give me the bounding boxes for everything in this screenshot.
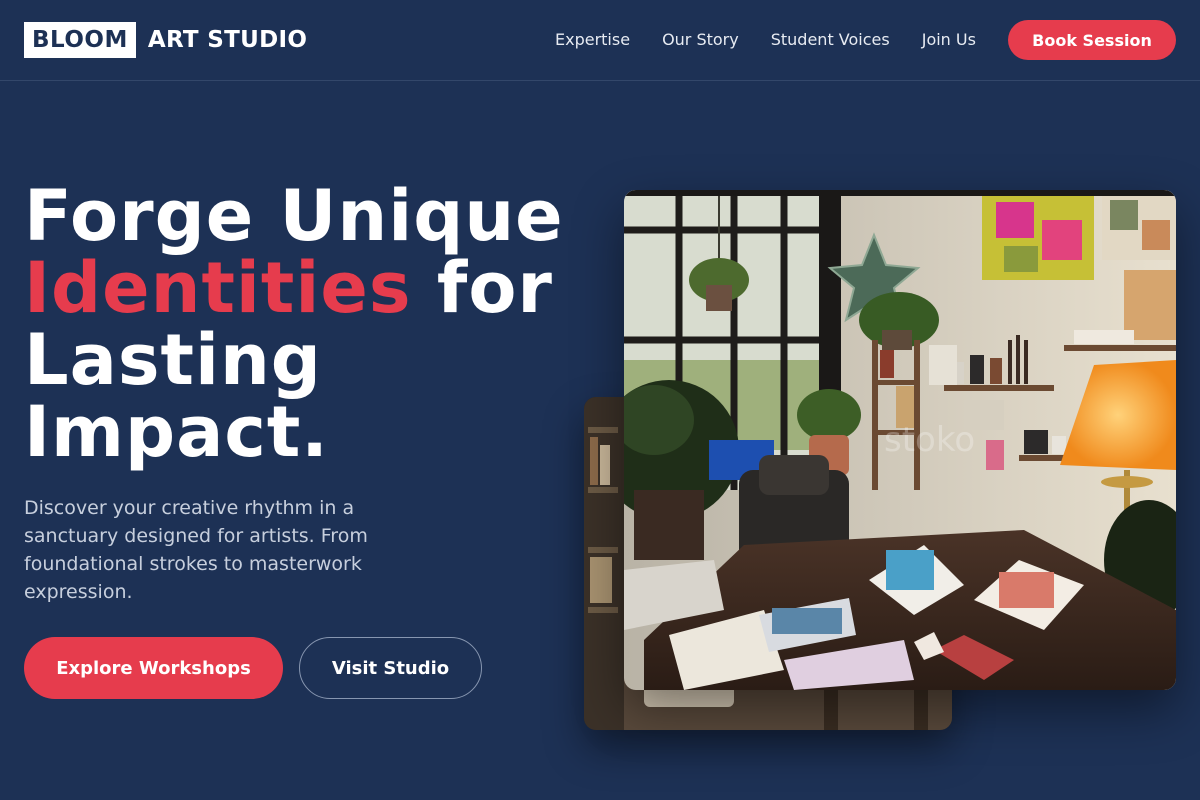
hero-title-line-1: Forge Unique	[24, 175, 564, 257]
hero-title-line-3: Lasting	[24, 319, 322, 401]
logo-text: ART STUDIO	[147, 27, 308, 53]
main-nav: Expertise Our Story Student Voices Join …	[555, 30, 976, 49]
logo[interactable]: BLOOM ART STUDIO	[24, 22, 307, 58]
image-watermark: stoko	[884, 420, 976, 460]
nav-link-join-us[interactable]: Join Us	[922, 30, 976, 49]
nav-link-our-story[interactable]: Our Story	[662, 30, 739, 49]
logo-box: BLOOM	[24, 22, 136, 58]
visit-studio-button[interactable]: Visit Studio	[299, 637, 482, 699]
hero-title: Forge Unique Identities for Lasting Impa…	[24, 180, 604, 468]
nav-link-expertise[interactable]: Expertise	[555, 30, 630, 49]
site-header: BLOOM ART STUDIO Expertise Our Story Stu…	[0, 0, 1200, 81]
hero-title-accent: Identities	[24, 247, 412, 329]
hero-title-line-4: Impact.	[24, 391, 329, 473]
hero-title-for: for	[436, 247, 553, 329]
explore-workshops-button[interactable]: Explore Workshops	[24, 637, 283, 699]
book-session-button[interactable]: Book Session	[1008, 20, 1176, 60]
art-studio-photo: stoko	[624, 190, 1176, 690]
hero-description: Discover your creative rhythm in a sanct…	[24, 497, 368, 603]
nav-link-student-voices[interactable]: Student Voices	[771, 30, 890, 49]
